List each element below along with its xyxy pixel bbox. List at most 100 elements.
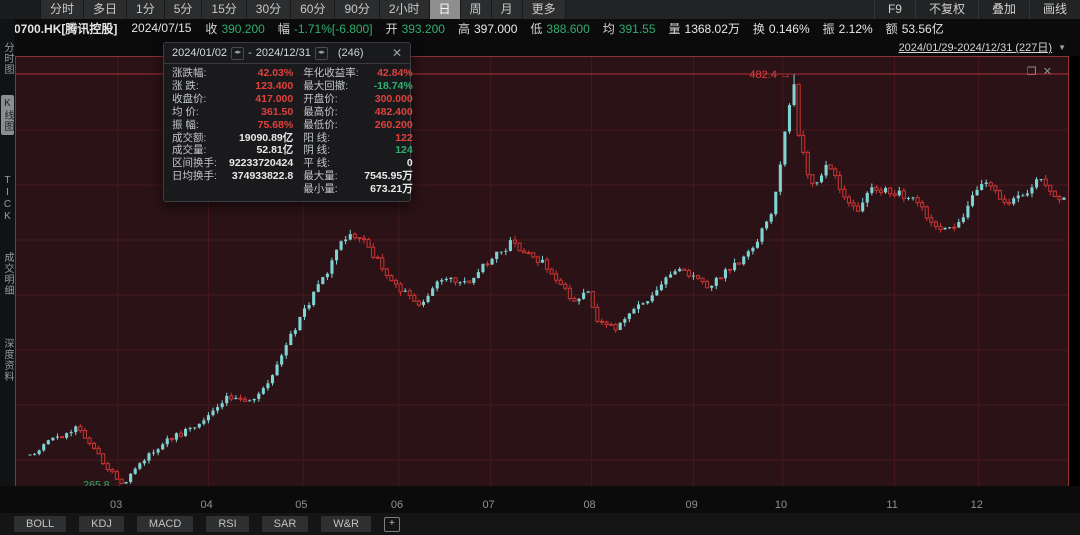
indicator-tab-RSI[interactable]: RSI xyxy=(206,516,248,532)
stat-label: 最低价: xyxy=(303,119,364,132)
quote-field-label: 均 xyxy=(603,22,615,36)
quote-field: 额53.56亿 xyxy=(886,20,944,37)
popup-header: 2024/01/02 ◂▸ - 2024/12/31 ◂▸ (246) ✕ xyxy=(164,43,410,64)
x-axis-label-06: 06 xyxy=(391,499,403,511)
quote-field-value: 2.12% xyxy=(839,22,873,36)
quote-field-value: 388.600 xyxy=(546,22,589,36)
stat-label: 区间换手: xyxy=(172,157,229,170)
quote-field: 低 388.600 xyxy=(530,20,589,37)
range-stats-popup: 2024/01/02 ◂▸ - 2024/12/31 ◂▸ (246) ✕ 涨跌… xyxy=(163,42,411,202)
popup-end-date: 2024/12/31 xyxy=(256,47,311,59)
quote-field-label: 量 xyxy=(669,22,681,36)
stat-value: 52.81亿 xyxy=(229,144,303,157)
x-axis-label-08: 08 xyxy=(583,499,595,511)
sidebar-item-成交明细[interactable]: 成交明细 xyxy=(1,252,14,296)
stat-value: 482.400 xyxy=(364,106,412,119)
pane-controls: ❐✕ xyxy=(1027,65,1058,78)
x-axis-label-09: 09 xyxy=(685,499,697,511)
period-tab-更多[interactable]: 更多 xyxy=(523,0,566,19)
date-range-selector[interactable]: 2024/01/29-2024/12/31 (227日) ▼ xyxy=(899,39,1066,55)
stock-app-window: { "toolbar": { "period_tabs": [ {"label"… xyxy=(0,0,1080,522)
period-tab-日[interactable]: 日 xyxy=(430,0,461,19)
indicator-tab-KDJ[interactable]: KDJ xyxy=(79,516,124,532)
indicator-tab-W&R[interactable]: W&R xyxy=(321,516,371,532)
add-indicator-button[interactable]: + xyxy=(384,517,400,532)
stat-label: 开盘价: xyxy=(303,93,364,106)
stat-value: 124 xyxy=(364,144,412,157)
sidebar-item-分时图[interactable]: 分时图 xyxy=(1,42,14,75)
stat-label: 振 幅: xyxy=(172,119,229,132)
quote-field-value: 391.55 xyxy=(619,22,656,36)
quote-field: 收 390.200 xyxy=(205,20,264,37)
stat-label xyxy=(172,183,229,196)
stat-value: 75.68% xyxy=(229,119,303,132)
stat-label: 最大回撤: xyxy=(303,80,364,93)
period-tab-1分[interactable]: 1分 xyxy=(127,0,165,19)
x-axis-label-07: 07 xyxy=(482,499,494,511)
quote-field-label: 高 xyxy=(458,22,470,36)
quote-line: 0700.HK[腾讯控股] 2024/07/15 收390.200幅-1.71%… xyxy=(0,19,1080,37)
indicator-tab-BOLL[interactable]: BOLL xyxy=(14,516,66,532)
period-tab-15分[interactable]: 15分 xyxy=(202,0,246,19)
period-tab-group: 分时多日1分5分15分30分60分90分2小时日周月更多 xyxy=(41,0,566,19)
stat-value: 0 xyxy=(364,157,412,170)
stat-value: 374933822.8 xyxy=(229,170,303,183)
toolbar-button-F9[interactable]: F9 xyxy=(874,0,915,19)
stat-value: 417.000 xyxy=(229,93,303,106)
stat-label: 阴 线: xyxy=(303,144,364,157)
period-tab-多日[interactable]: 多日 xyxy=(84,0,127,19)
period-tab-月[interactable]: 月 xyxy=(492,0,523,19)
start-date-stepper[interactable]: ◂▸ xyxy=(231,47,244,60)
close-icon[interactable]: ✕ xyxy=(1043,66,1058,78)
quote-field-label: 低 xyxy=(530,22,542,36)
stat-label: 平 线: xyxy=(303,157,364,170)
indicator-tab-MACD[interactable]: MACD xyxy=(137,516,193,532)
sidebar-item-TICK[interactable]: TICK xyxy=(1,175,14,223)
toolbar-button-不复权[interactable]: 不复权 xyxy=(915,0,978,19)
period-toolbar: 分时多日1分5分15分30分60分90分2小时日周月更多 F9不复权叠加画线 xyxy=(0,0,1080,19)
popup-close-icon[interactable]: ✕ xyxy=(392,46,402,60)
quote-field-value: 1368.02万 xyxy=(685,22,740,36)
stat-label: 收盘价: xyxy=(172,93,229,106)
quote-field-label: 收 xyxy=(205,22,217,36)
stat-label: 涨跌幅: xyxy=(172,67,229,80)
quote-field: 换0.146% xyxy=(753,20,810,37)
stat-value: 361.50 xyxy=(229,106,303,119)
x-axis-label-03: 03 xyxy=(110,499,122,511)
quote-date: 2024/07/15 xyxy=(131,21,191,35)
period-tab-2小时[interactable]: 2小时 xyxy=(380,0,430,19)
quote-field-label: 幅 xyxy=(278,22,290,36)
quote-field-label: 额 xyxy=(886,22,898,36)
end-date-stepper[interactable]: ◂▸ xyxy=(315,47,328,60)
period-tab-分时[interactable]: 分时 xyxy=(41,0,84,19)
stat-value: 123.400 xyxy=(229,80,303,93)
maximize-icon[interactable]: ❐ xyxy=(1027,66,1043,78)
period-tab-90分[interactable]: 90分 xyxy=(335,0,379,19)
popup-day-count: (246) xyxy=(338,47,364,59)
stat-label: 阳 线: xyxy=(303,132,364,145)
stat-value: 260.200 xyxy=(364,119,412,132)
stat-value: 19090.89亿 xyxy=(229,132,303,145)
stat-value: 92233720424 xyxy=(229,157,303,170)
period-tab-5分[interactable]: 5分 xyxy=(165,0,203,19)
quote-field-label: 振 xyxy=(823,22,835,36)
period-tab-周[interactable]: 周 xyxy=(461,0,492,19)
x-axis-label-12: 12 xyxy=(971,499,983,511)
toolbar-corner xyxy=(0,0,41,19)
quote-field-value: 390.200 xyxy=(221,22,264,36)
sidebar-item-深度资料[interactable]: 深度资料 xyxy=(1,338,14,382)
quote-field: 量 1368.02万 xyxy=(669,20,740,37)
quote-field-label: 换 xyxy=(753,22,765,36)
stat-value: 42.84% xyxy=(364,67,412,80)
stat-label: 日均换手: xyxy=(172,170,229,183)
toolbar-button-画线[interactable]: 画线 xyxy=(1029,0,1080,19)
period-tab-60分[interactable]: 60分 xyxy=(291,0,335,19)
quote-field: 开393.200 xyxy=(386,20,445,37)
period-tab-30分[interactable]: 30分 xyxy=(247,0,291,19)
toolbar-button-叠加[interactable]: 叠加 xyxy=(978,0,1029,19)
stat-value: -18.74% xyxy=(364,80,412,93)
quote-field-value: 397.000 xyxy=(474,22,517,36)
indicator-tab-SAR[interactable]: SAR xyxy=(262,516,309,532)
indicator-tab-bar: BOLL KDJ MACD RSI SAR W&R + xyxy=(0,513,1080,535)
sidebar-item-K线图[interactable]: K线图 xyxy=(1,95,14,135)
